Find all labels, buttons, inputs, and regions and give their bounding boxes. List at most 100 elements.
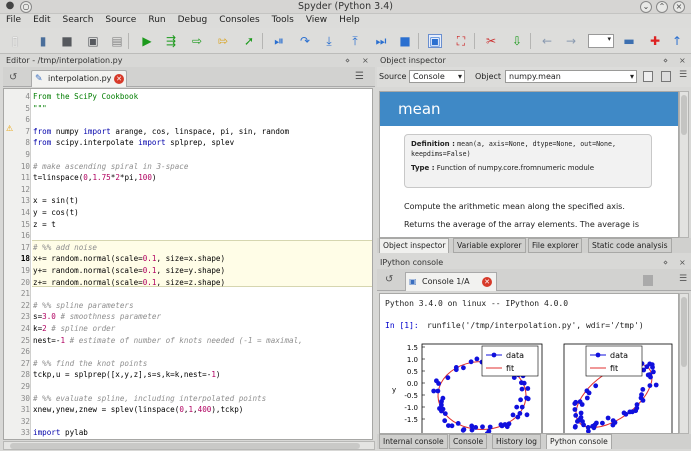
close-pane-icon[interactable]: ×	[679, 257, 686, 269]
data-point	[445, 375, 451, 381]
run-icon[interactable]: ▶	[140, 34, 154, 48]
tab-object-inspector[interactable]: Object inspector	[379, 238, 450, 253]
tab-console-1a[interactable]: ▣ Console 1/A ✕	[405, 272, 497, 291]
parent-dir-icon[interactable]: ↑	[670, 34, 684, 48]
debug-icon[interactable]: ⏯	[272, 34, 286, 48]
line-number: 11	[20, 173, 30, 183]
print-icon[interactable]: ▤	[110, 34, 124, 48]
data-point	[524, 412, 530, 418]
source-combo[interactable]: Console ▾	[409, 70, 465, 83]
menu-edit[interactable]: Edit	[27, 14, 56, 25]
menu-consoles[interactable]: Consoles	[213, 14, 265, 25]
undock-icon[interactable]: ⋄	[345, 55, 350, 67]
data-point	[461, 365, 466, 371]
data-point	[573, 424, 578, 429]
ipython-console[interactable]: Python 3.4.0 on linux -- IPython 4.0.0 I…	[379, 293, 679, 434]
run-cell-icon[interactable]: ⇨	[190, 34, 204, 48]
tab-internal-console[interactable]: Internal console	[379, 434, 448, 449]
back-icon[interactable]: ←	[540, 34, 554, 48]
fullscreen-icon[interactable]: ⛶	[454, 34, 468, 48]
console-tab-bar: ↺ ▣ Console 1/A ✕ ☰	[377, 269, 691, 291]
forward-icon[interactable]: →	[564, 34, 578, 48]
browse-tabs-icon[interactable]: ↺	[385, 274, 393, 285]
browse-tabs-icon[interactable]: ↺	[9, 72, 17, 83]
new-file-icon[interactable]: ▯	[8, 34, 22, 48]
step-icon[interactable]: ↷	[298, 34, 312, 48]
legend-data-marker	[491, 352, 497, 358]
line-number: 12	[20, 184, 30, 194]
data-point	[431, 388, 437, 394]
data-point	[653, 382, 659, 388]
object-inspector-pane: Object inspector ⋄ × Source Console ▾ Obj…	[377, 55, 691, 255]
stop-debug-icon[interactable]: ■	[398, 34, 412, 48]
menu-file[interactable]: File	[0, 14, 27, 25]
maximize-pane-icon[interactable]: ▣	[428, 34, 442, 48]
line-number-gutter: 4 5 6 7 8 9 10 11 12 13 14 15 16 17 18 19 20 21 22 23 24 25 26…	[4, 89, 31, 439]
menu-run[interactable]: Run	[142, 14, 171, 25]
undock-icon[interactable]: ⋄	[663, 257, 668, 269]
run-config-icon[interactable]: ⇶	[164, 34, 178, 48]
lock-icon[interactable]	[643, 71, 653, 82]
definition-box: Definition : mean(a, axis=None, dtype=No…	[404, 134, 652, 188]
code-editor[interactable]: 4 5 6 7 8 9 10 11 12 13 14 15 16 17 18 19 20 21 22 23 24 25 26…	[3, 88, 373, 440]
close-pane-icon[interactable]: ×	[362, 55, 369, 67]
tab-file-explorer[interactable]: File explorer	[528, 238, 583, 253]
tab-variable-explorer[interactable]: Variable explorer	[453, 238, 526, 253]
tab-console[interactable]: Console	[449, 434, 488, 449]
inspector-menu-icon[interactable]: ☰	[679, 70, 687, 80]
console-menu-icon[interactable]: ☰	[679, 274, 687, 284]
line-number: 24	[20, 324, 30, 333]
data-point	[449, 423, 455, 429]
continue-icon[interactable]: ⏭	[374, 34, 388, 48]
step-into-icon[interactable]: ⤓	[322, 34, 336, 48]
open-file-icon[interactable]: ▮	[36, 34, 50, 48]
code-line: x+= random.normal(scale=0.1, size=x.shap…	[33, 254, 226, 264]
menu-view[interactable]: View	[300, 14, 333, 25]
close-tab-icon[interactable]: ✕	[482, 277, 492, 287]
maximize-icon[interactable]: ⌃	[656, 1, 668, 13]
preferences-icon[interactable]: ✂	[484, 34, 498, 48]
data-point	[439, 408, 444, 414]
data-point	[593, 383, 599, 389]
save-icon[interactable]: ■	[60, 34, 74, 48]
undock-icon[interactable]: ⋄	[663, 55, 668, 67]
set-dir-icon[interactable]: ✚	[648, 34, 662, 48]
minimize-icon[interactable]: ⌄	[640, 1, 652, 13]
menu-bar: File Edit Search Source Run Debug Consoles Tool…	[0, 14, 691, 28]
close-tab-icon[interactable]: ✕	[114, 74, 124, 84]
y-tick-label: 1.5	[407, 344, 418, 352]
tab-options-icon[interactable]: ☰	[355, 71, 364, 82]
inspector-vscrollbar[interactable]	[679, 91, 689, 238]
menu-help[interactable]: Help	[333, 14, 366, 25]
working-dir-combo[interactable]: ▾	[588, 34, 614, 48]
data-point	[518, 397, 523, 403]
tab-history-log[interactable]: History log	[492, 434, 542, 449]
menu-debug[interactable]: Debug	[172, 14, 214, 25]
close-icon[interactable]: ×	[673, 1, 685, 13]
editor-hscrollbar[interactable]	[3, 441, 375, 450]
data-point	[510, 412, 516, 418]
step-return-icon[interactable]: ⤒	[348, 34, 362, 48]
browse-folder-icon[interactable]: ▬	[622, 34, 636, 48]
menu-tools[interactable]: Tools	[266, 14, 300, 25]
y-tick-label: 0.5	[407, 368, 418, 376]
console-vscrollbar[interactable]	[679, 293, 689, 434]
options-icon[interactable]	[661, 71, 671, 82]
run-cell-advance-icon[interactable]: ⇰	[216, 34, 230, 48]
interrupt-icon[interactable]	[643, 275, 653, 286]
tab-static-code-analysis[interactable]: Static code analysis	[588, 238, 672, 253]
menu-search[interactable]: Search	[57, 14, 100, 25]
close-pane-icon[interactable]: ×	[679, 55, 686, 67]
code-line: From the SciPy Cookbook	[33, 92, 139, 101]
pythonpath-icon[interactable]: ⇩	[510, 34, 524, 48]
save-all-icon[interactable]: ▣	[86, 34, 100, 48]
tab-python-console[interactable]: Python console	[546, 434, 612, 449]
code-line: import pylab	[33, 428, 88, 438]
tab-interpolation-py[interactable]: ✎ interpolation.py ✕	[31, 70, 127, 87]
object-combo[interactable]: numpy.mean ▾	[505, 70, 637, 83]
line-number: 32	[20, 416, 30, 426]
menu-source[interactable]: Source	[99, 14, 142, 25]
run-selection-icon[interactable]: ➚	[242, 34, 256, 48]
